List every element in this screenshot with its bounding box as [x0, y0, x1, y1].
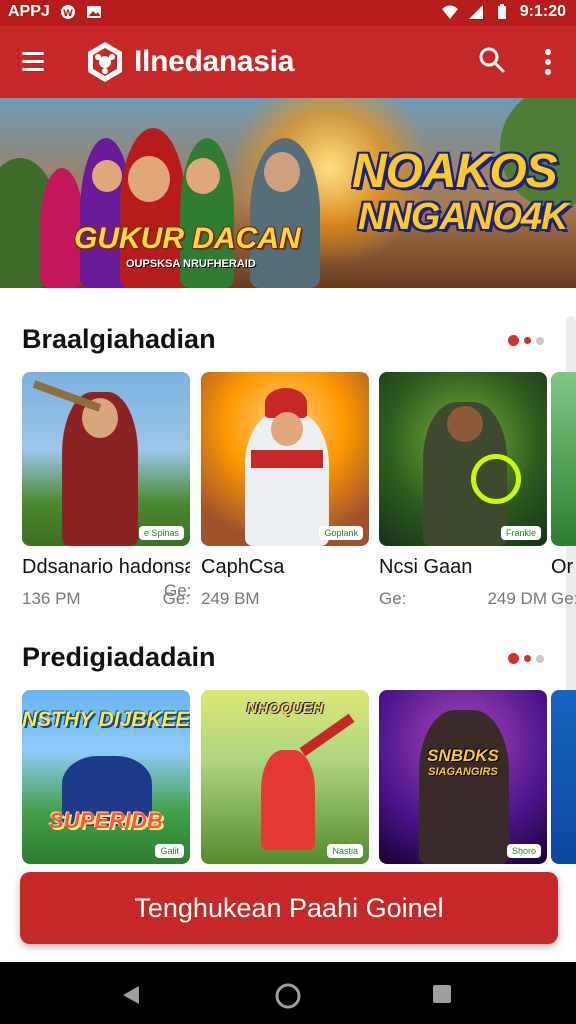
install-button[interactable]: Tenghukean Paahi Goinel	[20, 872, 558, 944]
app-logo-icon	[88, 42, 122, 82]
section-title-1: Braalgiahadian	[22, 324, 216, 354]
game-time: 136 PM	[22, 589, 81, 608]
recents-icon[interactable]	[430, 982, 454, 1006]
banner-left-subtitle: OUPSKSA NRUFHERAID	[126, 258, 256, 270]
notification-icon: W	[60, 5, 75, 19]
status-bar: APPJ W 9:1:20	[0, 0, 576, 26]
game-card[interactable]: e Spinas Ddsanario hadonsa 136 PM Ge:	[22, 372, 190, 609]
game-name: Or	[551, 556, 574, 578]
game-thumbnail: Goplank	[201, 372, 369, 546]
system-nav-bar	[0, 962, 576, 1024]
game-thumbnail: NSTHY DIJBKEEX SUPERIDB Galit	[22, 690, 190, 864]
game-card[interactable]: NHOQUEH Nastia	[201, 690, 369, 864]
game-name: CaphCsa	[201, 556, 285, 578]
game-thumbnail: SNBDKS SIAGANGIRS Shoro	[379, 690, 547, 864]
game-thumbnail: Frankle	[379, 372, 547, 546]
game-card[interactable]: NSTHY DIJBKEEX SUPERIDB Galit	[22, 690, 190, 864]
menu-button[interactable]	[18, 46, 52, 78]
banner-right-title-1: NOAKOS	[352, 145, 558, 198]
game-card[interactable]: Or Ge:	[551, 372, 576, 609]
banner-left-title: GUKUR DACAN	[74, 222, 301, 255]
more-options-icon[interactable]	[536, 44, 560, 80]
carousel-dot[interactable]	[508, 653, 519, 664]
carousel-dots-2[interactable]	[508, 653, 544, 664]
status-left: APPJ W	[8, 3, 102, 21]
section-title-2: Predigiadadain	[22, 642, 216, 672]
game-size: 249 BM	[201, 589, 260, 608]
search-icon[interactable]	[476, 44, 508, 76]
app-title: Ilnedanasia	[134, 45, 295, 78]
app-bar: Ilnedanasia	[0, 26, 576, 98]
status-time: 9:1:20	[519, 3, 566, 20]
game-name: Ddsanario hadonsa	[22, 556, 190, 578]
carousel-dot[interactable]	[508, 335, 519, 346]
game-thumbnail	[551, 690, 576, 864]
game-size: 249 DM	[487, 589, 547, 608]
wifi-icon	[441, 5, 458, 19]
image-notification-icon	[86, 6, 101, 18]
battery-icon	[497, 4, 506, 19]
carousel-dot[interactable]	[536, 336, 544, 345]
status-right: 9:1:20	[441, 3, 566, 21]
game-size-prefix: Ge:	[379, 589, 407, 608]
back-icon[interactable]	[118, 982, 144, 1008]
featured-banner[interactable]: GUKUR DACAN OUPSKSA NRUFHERAID NOAKOS NN…	[0, 98, 576, 288]
game-card[interactable]: SNBDKS SIAGANGIRS Shoro	[379, 690, 547, 864]
game-card[interactable]	[551, 690, 576, 864]
svg-text:W: W	[63, 9, 73, 19]
carousel-dots-1[interactable]	[508, 335, 544, 346]
game-thumbnail: e Spinas	[22, 372, 190, 546]
game-size-prefix: Ge:	[551, 589, 576, 608]
game-name: Ncsi Gaan	[379, 556, 473, 578]
game-card[interactable]: Frankle Ncsi Gaan Ge: 249 DM	[379, 372, 547, 609]
signal-icon	[468, 5, 483, 19]
game-thumbnail	[551, 372, 576, 546]
status-app-label: APPJ	[8, 3, 50, 20]
game-card[interactable]: Goplank CaphCsa 249 BM	[201, 372, 369, 609]
carousel-dot[interactable]	[524, 337, 531, 344]
banner-right-title-2: NNGANO4K	[358, 196, 568, 238]
home-icon[interactable]	[274, 982, 302, 1010]
carousel-dot[interactable]	[536, 654, 544, 663]
game-thumbnail: NHOQUEH Nastia	[201, 690, 369, 864]
carousel-dot[interactable]	[524, 655, 531, 662]
